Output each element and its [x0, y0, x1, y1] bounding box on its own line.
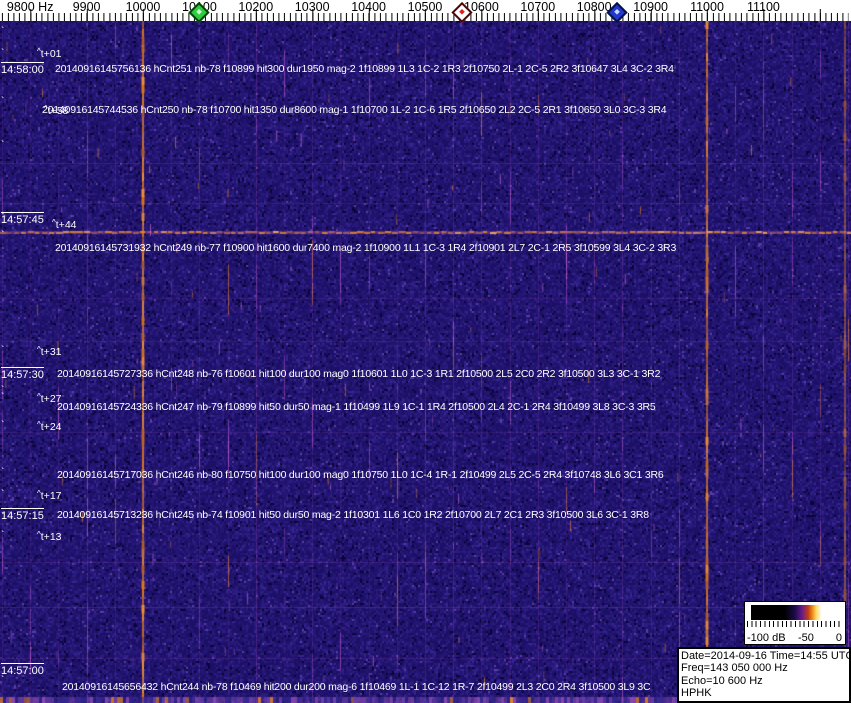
axis-label-9800: 9800 Hz — [7, 0, 54, 14]
axis-label-11000: 11000 — [690, 0, 724, 14]
axis-label-10400: 10400 — [351, 0, 386, 14]
db-label-max: 0 — [836, 632, 842, 644]
axis-label-10300: 10300 — [295, 0, 330, 14]
axis-labels: 9800 Hz990010000101001020010300104001050… — [0, 0, 851, 21]
info-echo-frequency: Echo=10 600 Hz — [681, 675, 847, 687]
axis-label-10500: 10500 — [408, 0, 443, 14]
info-frequency: Freq=143 050 000 Hz — [681, 662, 847, 674]
db-color-scale: -100 dB -50 0 — [744, 601, 846, 645]
frequency-axis: 9800 Hz990010000101001020010300104001050… — [0, 0, 851, 21]
axis-label-10700: 10700 — [520, 0, 555, 14]
spectrogram-canvas — [0, 21, 851, 703]
axis-label-9900: 9900 — [73, 0, 101, 14]
db-scale-ticks — [747, 621, 843, 627]
meteor-echo-spectrogram-app: 9800 Hz990010000101001020010300104001050… — [0, 0, 851, 703]
db-gradient-bar — [751, 605, 839, 620]
axis-label-10900: 10900 — [633, 0, 668, 14]
axis-label-10000: 10000 — [126, 0, 161, 14]
axis-label-11100: 11100 — [747, 0, 780, 14]
info-date-time: Date=2014-09-16 Time=14:55 UTC — [681, 650, 847, 662]
info-station-id: HPHK — [681, 687, 847, 699]
status-info-box: Date=2014-09-16 Time=14:55 UTC Freq=143 … — [677, 647, 851, 703]
db-label-min: -100 dB — [747, 632, 786, 644]
db-label-mid: -50 — [798, 632, 814, 644]
axis-label-10200: 10200 — [238, 0, 273, 14]
